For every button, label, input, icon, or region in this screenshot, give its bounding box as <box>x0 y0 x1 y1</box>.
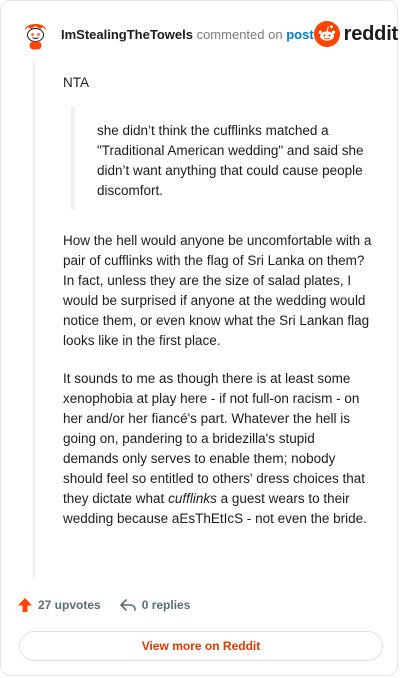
quote-text: she didn’t think the cufflinks matched a… <box>97 123 364 198</box>
comment-paragraph-2: It sounds to me as though there is at le… <box>63 369 373 529</box>
username-link[interactable]: ImStealingTheTowels <box>61 27 193 42</box>
comment-header: ImStealingTheTowels commented on post re… <box>19 17 398 51</box>
view-more-button[interactable]: View more on Reddit <box>19 631 383 661</box>
paragraph-2-text-a: It sounds to me as though there is at le… <box>63 371 366 506</box>
comment-card: ImStealingTheTowels commented on post re… <box>0 0 398 676</box>
comment-intro: NTA <box>63 75 89 90</box>
comment-meta: ImStealingTheTowels commented on post <box>61 27 314 42</box>
reddit-logo-icon <box>313 21 340 47</box>
comment-paragraph-1: How the hell would anyone be uncomfortab… <box>63 233 372 348</box>
comment-footer: 27 upvotes 0 replies <box>17 597 208 613</box>
upvote-button[interactable]: 27 upvotes <box>17 597 101 613</box>
user-avatar[interactable] <box>19 17 52 51</box>
blockquote: she didn’t think the cufflinks matched a… <box>71 107 373 209</box>
upvote-arrow-icon <box>18 598 32 612</box>
thread-line <box>33 61 35 579</box>
paragraph-2-italic: cufflinks <box>168 491 217 506</box>
replies-button[interactable]: 0 replies <box>119 597 191 613</box>
upvote-count: 27 upvotes <box>38 598 101 612</box>
reply-icon <box>119 599 136 611</box>
reply-count: 0 replies <box>141 598 191 612</box>
reddit-brand[interactable]: reddit <box>313 21 399 47</box>
comment-body: NTA she didn’t think the cufflinks match… <box>63 73 373 529</box>
brand-wordmark: reddit <box>343 22 399 45</box>
post-link[interactable]: post <box>286 27 313 42</box>
action-text: commented on <box>196 26 283 42</box>
